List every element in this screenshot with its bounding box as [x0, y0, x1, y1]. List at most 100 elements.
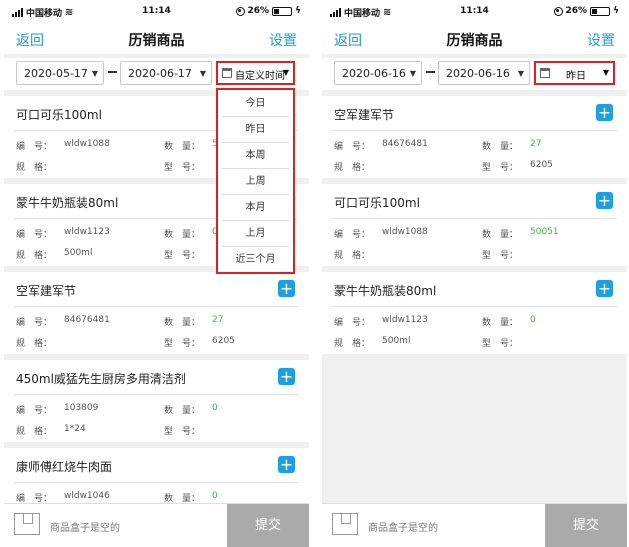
cart-empty-text: 商品盒子是空的 [368, 523, 438, 534]
cart-footer: 商品盒子是空的 提交 [4, 503, 309, 547]
add-to-box-button[interactable]: + [596, 192, 613, 209]
end-date-value: 2020-06-17 [128, 67, 192, 80]
model-label: 型 号： [164, 339, 201, 349]
calendar-icon [540, 68, 550, 78]
divider [332, 218, 617, 219]
start-date-value: 2020-06-16 [342, 67, 406, 80]
page-title: 历销商品 [128, 33, 185, 49]
product-card: 空军建军节 + 编 号： 84676481 数 量： 27 规 格： 型 号： … [4, 272, 309, 354]
submit-button[interactable]: 提交 [545, 504, 627, 547]
qty-value: 50051 [530, 227, 559, 237]
page-title: 历销商品 [446, 33, 503, 49]
model-label: 型 号： [482, 251, 519, 261]
product-name: 蒙牛牛奶瓶装80ml [334, 284, 437, 298]
spec-label: 规 格： [16, 163, 53, 173]
qty-label: 数 量： [164, 230, 201, 240]
divider [14, 482, 299, 483]
add-to-box-button[interactable]: + [596, 280, 613, 297]
qty-label: 数 量： [482, 142, 519, 152]
range-option-last-week[interactable]: 上周 [222, 168, 289, 195]
range-dropdown-menu: 今日 昨日 本周 上周 本月 上月 近三个月 [216, 88, 295, 274]
right-screen: 中国移动 ≋ 11:14 26% ϟ 返回 历销商品 设置 2020-06-16… [322, 0, 627, 547]
start-date-value: 2020-05-17 [24, 67, 88, 80]
model-label: 型 号： [482, 163, 519, 173]
battery-percent: 26% [565, 6, 588, 16]
cart-empty-text: 商品盒子是空的 [50, 523, 120, 534]
box-icon [332, 513, 358, 535]
code-value: 84676481 [64, 315, 110, 325]
range-option-this-month[interactable]: 本月 [222, 194, 289, 221]
submit-button[interactable]: 提交 [227, 504, 309, 547]
spec-label: 规 格： [334, 251, 371, 261]
product-name: 可口可乐100ml [334, 196, 420, 210]
range-option-last-month[interactable]: 上月 [222, 220, 289, 247]
caret-down-icon: ▼ [602, 68, 609, 77]
add-to-box-button[interactable]: + [278, 280, 295, 297]
battery-percent: 26% [247, 6, 270, 16]
add-to-box-button[interactable]: + [278, 456, 295, 473]
range-option-last-three-months[interactable]: 近三个月 [222, 246, 289, 273]
date-filter-bar: 2020-05-17 ▼ 2020-06-17 ▼ 自定义时间 ▼ [4, 58, 309, 90]
range-option-yesterday[interactable]: 昨日 [222, 116, 289, 143]
rotation-lock-icon [235, 6, 245, 16]
spec-label: 规 格： [16, 427, 53, 437]
charging-icon: ϟ [295, 6, 301, 16]
product-card: 450ml威猛先生厨房多用清洁剂 + 编 号： 103809 数 量： 0 规 … [4, 360, 309, 442]
divider [14, 394, 299, 395]
code-value: 103809 [64, 403, 99, 413]
model-value: 6205 [530, 160, 553, 170]
nav-bar: 返回 历销商品 设置 [4, 24, 309, 54]
code-label: 编 号： [334, 230, 371, 240]
nav-bar: 返回 历销商品 设置 [322, 24, 627, 54]
qty-value: 0 [212, 491, 218, 501]
date-filter-bar: 2020-06-16 ▼ 2020-06-16 ▼ 昨日 ▼ [322, 58, 627, 90]
model-label: 型 号： [164, 163, 201, 173]
product-name: 可口可乐100ml [16, 108, 102, 122]
product-name: 450ml威猛先生厨房多用清洁剂 [16, 372, 186, 386]
qty-value: 0 [212, 403, 218, 413]
end-date-select[interactable]: 2020-06-17 ▼ [120, 61, 212, 85]
qty-label: 数 量： [482, 230, 519, 240]
qty-value: 27 [530, 139, 542, 149]
range-option-this-week[interactable]: 本周 [222, 142, 289, 169]
spec-label: 规 格： [334, 339, 371, 349]
caret-down-icon: ▼ [282, 68, 289, 77]
cart-footer: 商品盒子是空的 提交 [322, 503, 627, 547]
range-select[interactable]: 自定义时间 ▼ [216, 61, 295, 85]
spec-label: 规 格： [16, 251, 53, 261]
code-value: wldw1046 [64, 491, 110, 501]
caret-down-icon: ▼ [199, 69, 206, 78]
caret-down-icon: ▼ [409, 69, 416, 78]
code-label: 编 号： [16, 230, 53, 240]
divider [14, 306, 299, 307]
range-dash [108, 71, 117, 73]
model-label: 型 号： [482, 339, 519, 349]
spec-value: 500ml [382, 336, 411, 346]
spec-label: 规 格： [16, 339, 53, 349]
product-name: 空军建军节 [334, 108, 395, 122]
product-card: 可口可乐100ml + 编 号： wldw1088 数 量： 50051 规 格… [322, 184, 627, 266]
qty-label: 数 量： [482, 318, 519, 328]
range-dash [426, 71, 435, 73]
settings-button[interactable]: 设置 [587, 30, 615, 50]
add-to-box-button[interactable]: + [596, 104, 613, 121]
end-date-select[interactable]: 2020-06-16 ▼ [438, 61, 530, 85]
rotation-lock-icon [553, 6, 563, 16]
code-label: 编 号： [334, 318, 371, 328]
start-date-select[interactable]: 2020-06-16 ▼ [334, 61, 422, 85]
add-to-box-button[interactable]: + [278, 368, 295, 385]
status-bar: 中国移动 ≋ 11:14 26% ϟ [4, 0, 309, 24]
code-label: 编 号： [334, 142, 371, 152]
code-value: 84676481 [382, 139, 428, 149]
spec-value: 1*24 [64, 424, 86, 434]
code-label: 编 号： [16, 318, 53, 328]
range-option-today[interactable]: 今日 [222, 90, 289, 117]
model-label: 型 号： [164, 427, 201, 437]
range-select[interactable]: 昨日 ▼ [534, 61, 615, 85]
code-label: 编 号： [16, 142, 53, 152]
settings-button[interactable]: 设置 [269, 30, 297, 50]
caret-down-icon: ▼ [91, 69, 98, 78]
divider [332, 130, 617, 131]
start-date-select[interactable]: 2020-05-17 ▼ [16, 61, 104, 85]
qty-label: 数 量： [164, 142, 201, 152]
